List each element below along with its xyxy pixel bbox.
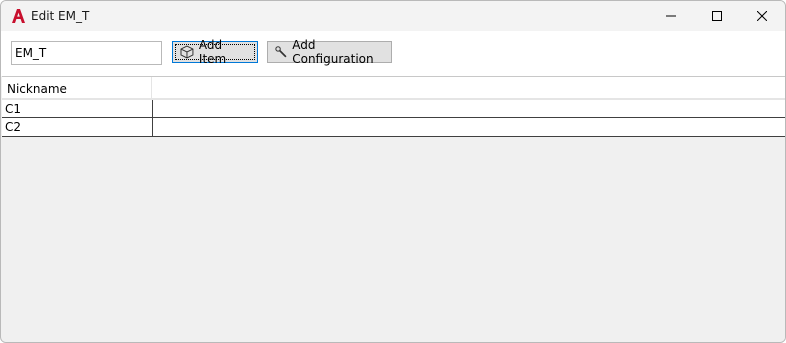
- nickname-cell[interactable]: C1: [2, 100, 153, 117]
- edit-window: Edit EM_T Add Item: [0, 0, 786, 343]
- toolbar: Add Item Add Configuration: [1, 31, 785, 76]
- add-item-button[interactable]: Add Item: [172, 38, 258, 66]
- close-icon: [757, 11, 767, 21]
- maximize-icon: [712, 11, 722, 21]
- nickname-cell[interactable]: C2: [2, 118, 153, 136]
- minimize-icon: [666, 15, 676, 17]
- name-input[interactable]: [11, 41, 162, 65]
- configuration-grid[interactable]: Nickname C1 C2: [2, 76, 785, 342]
- title-bar[interactable]: Edit EM_T: [1, 1, 785, 31]
- table-row[interactable]: C2: [2, 118, 785, 137]
- autocad-a-icon: [12, 9, 25, 23]
- add-configuration-label: Add Configuration: [292, 38, 374, 66]
- cube-icon: [180, 45, 194, 59]
- table-row[interactable]: C1: [2, 99, 785, 118]
- grid-header: Nickname: [2, 76, 785, 99]
- close-button[interactable]: [739, 1, 785, 31]
- add-item-label: Add Item: [198, 38, 227, 66]
- maximize-button[interactable]: [694, 1, 740, 31]
- window-title: Edit EM_T: [31, 9, 90, 23]
- add-configuration-button[interactable]: Add Configuration: [267, 38, 392, 66]
- wrench-icon: [275, 46, 287, 58]
- minimize-button[interactable]: [648, 1, 694, 31]
- column-header-nickname[interactable]: Nickname: [2, 77, 152, 99]
